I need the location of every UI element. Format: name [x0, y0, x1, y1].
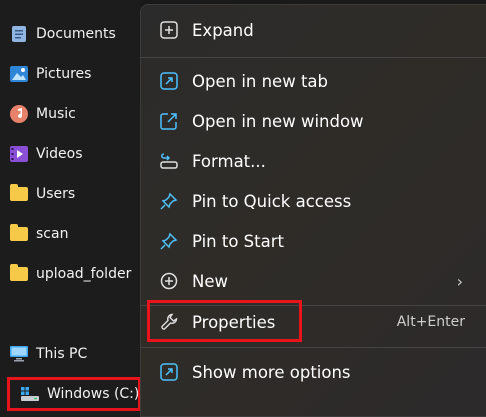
sidebar-item-label: scan — [36, 226, 69, 242]
sidebar-item-upload-folder[interactable]: upload_folder — [10, 259, 131, 289]
menu-item-label: Pin to Start — [192, 231, 284, 251]
videos-icon — [10, 145, 28, 163]
navigation-pane: Documents Pictures Music Videos Users sc… — [0, 0, 141, 417]
chevron-right-icon: › — [456, 271, 463, 291]
menu-item-label: Open in new tab — [192, 71, 329, 91]
sidebar-item-users[interactable]: Users — [10, 179, 75, 209]
show-more-icon — [159, 362, 179, 382]
menu-item-format[interactable]: Format... — [141, 141, 486, 181]
menu-item-expand[interactable]: Expand — [141, 10, 486, 50]
pictures-icon — [10, 65, 28, 83]
this-pc-icon — [10, 345, 28, 363]
menu-item-label: Format... — [192, 151, 266, 171]
sidebar-item-this-pc[interactable]: This PC — [10, 339, 87, 369]
menu-item-pin-start[interactable]: Pin to Start — [141, 221, 486, 261]
pin-icon — [159, 191, 179, 211]
sidebar-item-label: Pictures — [36, 66, 92, 82]
pin-icon — [159, 231, 179, 251]
documents-icon — [10, 25, 28, 43]
sidebar-item-label: upload_folder — [36, 266, 132, 282]
context-menu: Expand Open in new tab Open in new windo… — [140, 4, 486, 417]
keyboard-shortcut: Alt+Enter — [396, 314, 465, 330]
sidebar-item-pictures[interactable]: Pictures — [10, 59, 91, 89]
menu-separator — [141, 57, 486, 58]
properties-highlight-box — [147, 300, 302, 342]
sidebar-item-music[interactable]: Music — [10, 99, 76, 129]
sidebar-top — [0, 0, 140, 10]
menu-item-open-new-window[interactable]: Open in new window — [141, 101, 486, 141]
sidebar-item-label: Music — [36, 106, 76, 122]
folder-icon — [10, 184, 28, 203]
folder-icon — [10, 224, 28, 243]
menu-item-pin-quick-access[interactable]: Pin to Quick access — [141, 181, 486, 221]
sidebar-item-documents[interactable]: Documents — [10, 19, 116, 49]
open-new-window-icon — [159, 111, 179, 131]
sidebar-item-label: This PC — [36, 346, 88, 362]
menu-separator — [141, 347, 486, 348]
menu-item-label: Show more options — [192, 362, 351, 382]
menu-item-show-more-options[interactable]: Show more options — [141, 352, 486, 392]
music-icon — [10, 105, 28, 123]
open-new-tab-icon — [159, 71, 179, 91]
menu-item-new[interactable]: New › — [141, 261, 486, 301]
sidebar-item-label: Users — [36, 186, 76, 202]
expand-icon — [159, 20, 179, 40]
sidebar-item-scan[interactable]: scan — [10, 219, 68, 249]
windows-drive-highlight-box — [7, 377, 141, 411]
format-icon — [159, 151, 179, 171]
menu-item-label: Open in new window — [192, 111, 364, 131]
folder-icon — [10, 264, 28, 283]
sidebar-item-videos[interactable]: Videos — [10, 139, 83, 169]
menu-item-label: Pin to Quick access — [192, 191, 352, 211]
menu-item-label: Expand — [192, 20, 254, 40]
menu-item-label: New — [192, 271, 228, 291]
sidebar-item-label: Videos — [36, 146, 83, 162]
menu-item-open-new-tab[interactable]: Open in new tab — [141, 61, 486, 101]
sidebar-item-label: Documents — [36, 26, 116, 42]
add-circle-icon — [159, 271, 179, 291]
